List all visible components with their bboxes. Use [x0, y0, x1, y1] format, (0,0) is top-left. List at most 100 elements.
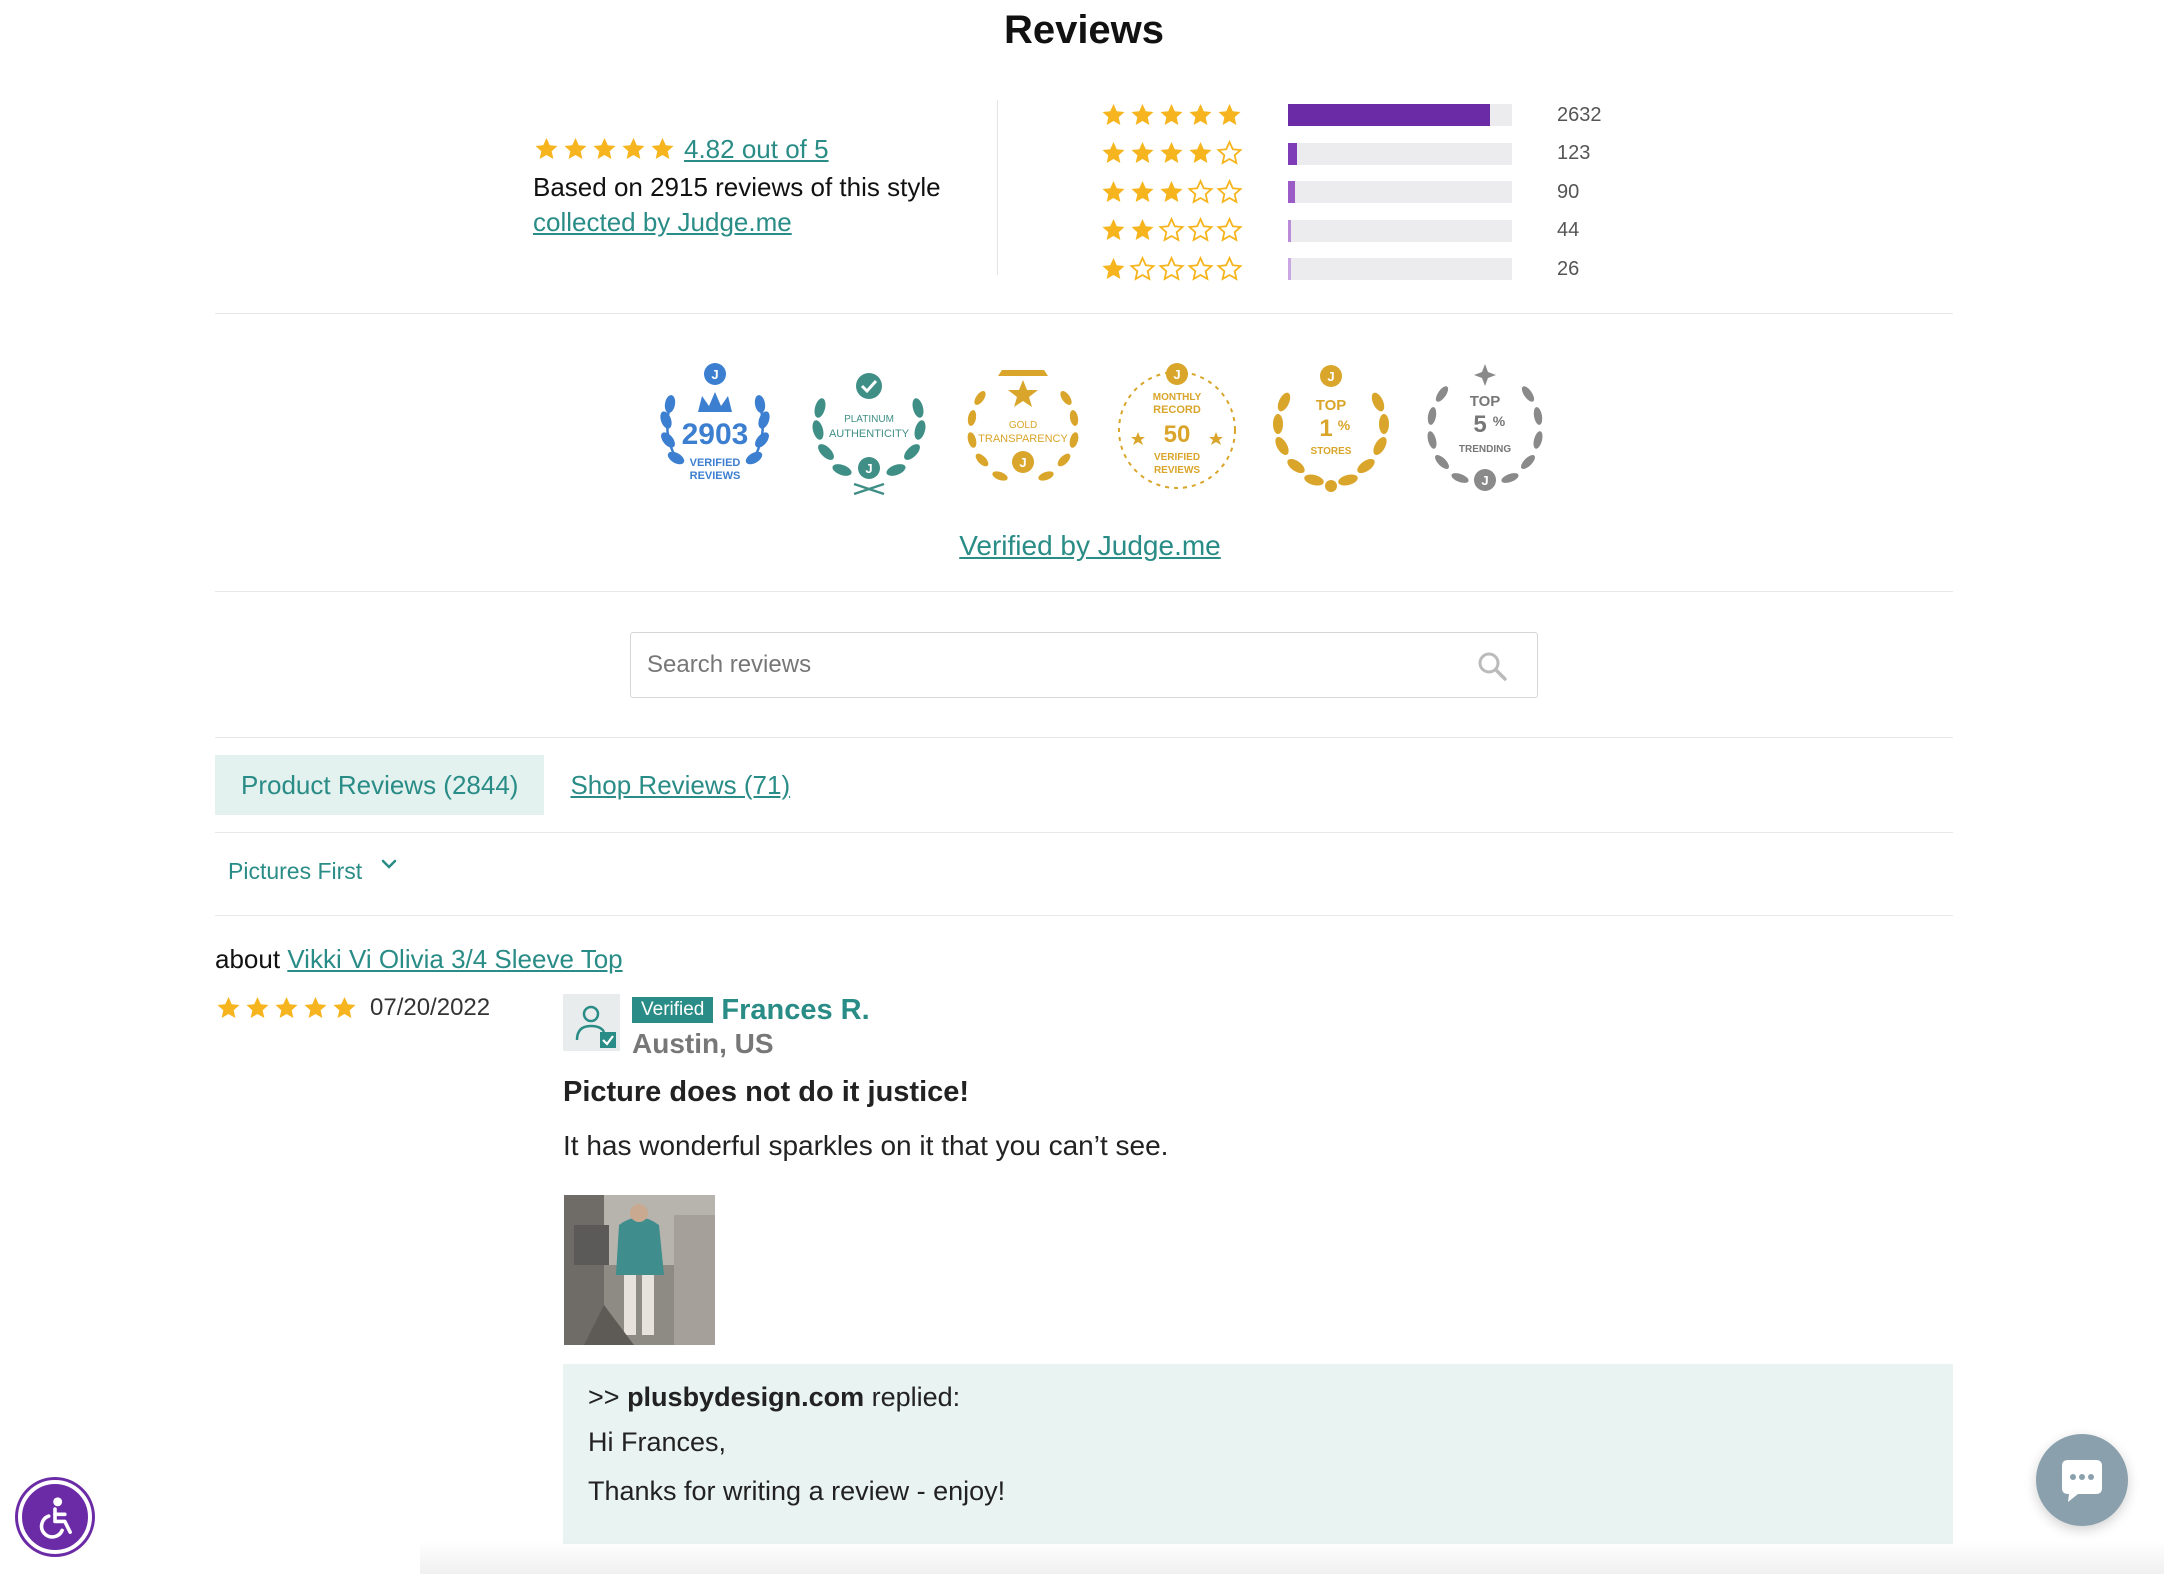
verified-badge: Verified	[632, 997, 714, 1023]
star-filled-icon	[1100, 256, 1127, 283]
chevron-down-icon	[378, 853, 400, 875]
star-empty-icon	[1216, 178, 1243, 206]
svg-text:J: J	[1173, 367, 1180, 382]
histogram-count: 90	[1557, 180, 1580, 203]
star-filled-icon	[1158, 102, 1185, 129]
svg-text:%: %	[1338, 417, 1351, 433]
divider	[215, 737, 1953, 738]
verified-by-link[interactable]: Verified by Judge.me	[959, 530, 1221, 561]
tab-product-reviews[interactable]: Product Reviews (2844)	[215, 755, 545, 815]
svg-text:GOLD: GOLD	[1009, 420, 1037, 431]
star-filled-icon	[244, 995, 271, 1022]
star-empty-icon	[1216, 140, 1243, 167]
collected-by-link[interactable]: collected by Judge.me	[533, 207, 973, 238]
svg-text:REVIEWS: REVIEWS	[690, 470, 741, 482]
star-filled-icon	[1158, 179, 1185, 206]
reviewer-name-row: Verified Frances R.	[632, 994, 870, 1026]
histogram-row-2[interactable]: 44	[1100, 212, 1660, 251]
top-stores-badge-icon[interactable]: J TOP 1 % STORES	[1266, 362, 1396, 496]
histogram-stars	[1100, 102, 1243, 129]
star-filled-icon	[302, 995, 329, 1022]
review-stars	[215, 995, 358, 1022]
svg-text:1: 1	[1319, 415, 1332, 442]
star-empty-icon	[1187, 255, 1214, 283]
accessibility-button[interactable]	[18, 1480, 92, 1554]
reply-prefix: >>	[588, 1382, 620, 1412]
star-filled-icon	[1100, 217, 1127, 244]
review-date: 07/20/2022	[370, 994, 491, 1021]
histogram-count: 2632	[1557, 103, 1602, 126]
based-on-text: Based on 2915 reviews of this style	[533, 172, 941, 202]
histogram-row-5[interactable]: 2632	[1100, 96, 1660, 135]
average-stars	[533, 136, 676, 163]
trust-badges: J 2903 VERIFIED REVIEWS J PLATINUM AUTHE…	[650, 362, 1550, 496]
star-filled-icon	[1129, 179, 1156, 206]
reply-suffix: replied:	[871, 1382, 961, 1412]
histogram-bar-fill	[1288, 181, 1295, 204]
histogram-count: 26	[1557, 257, 1580, 280]
svg-text:TOP: TOP	[1470, 393, 1501, 410]
histogram-bar	[1288, 104, 1512, 127]
avatar	[563, 994, 620, 1051]
star-filled-icon	[1216, 102, 1243, 129]
review-photo[interactable]	[564, 1195, 715, 1345]
search-box	[630, 632, 1538, 698]
platinum-authenticity-badge-icon[interactable]: J PLATINUM AUTHENTICITY	[804, 362, 934, 496]
histogram-row-4[interactable]: 123	[1100, 135, 1660, 174]
gold-transparency-badge-icon[interactable]: J GOLD TRANSPARENCY	[958, 362, 1088, 496]
histogram-count: 123	[1557, 142, 1591, 165]
average-row: 4.82 out of 5	[533, 128, 973, 170]
chat-button[interactable]	[2036, 1434, 2128, 1526]
histogram-bar	[1288, 258, 1512, 281]
average-rating-link[interactable]: 4.82 out of 5	[684, 134, 829, 165]
star-filled-icon	[331, 995, 358, 1022]
svg-text:TRANSPARENCY: TRANSPARENCY	[978, 433, 1068, 445]
reply-header: >> plusbydesign.com replied:	[588, 1382, 1928, 1413]
svg-text:VERIFIED: VERIFIED	[1154, 452, 1200, 463]
sort-dropdown[interactable]: Pictures First	[228, 858, 400, 885]
search-input[interactable]	[631, 633, 1451, 697]
star-filled-icon	[591, 136, 618, 163]
star-empty-icon	[1158, 217, 1185, 244]
star-filled-icon	[1100, 140, 1127, 167]
svg-text:MONTHLY: MONTHLY	[1153, 392, 1202, 403]
bottom-shadow	[420, 1540, 2164, 1574]
rating-histogram: 2632 123 90 44 26	[1100, 96, 1660, 289]
histogram-count: 44	[1557, 219, 1580, 242]
top-trending-badge-icon[interactable]: J TOP 5 % TRENDING	[1420, 362, 1550, 496]
star-filled-icon	[620, 136, 647, 163]
search-icon[interactable]	[1477, 651, 1507, 681]
reviewer-name: Frances R.	[721, 993, 870, 1026]
star-filled-icon	[1129, 140, 1156, 167]
badge-number: 2903	[682, 418, 749, 451]
histogram-row-3[interactable]: 90	[1100, 173, 1660, 212]
review-title: Picture does not do it justice!	[563, 1076, 970, 1108]
star-empty-icon	[1158, 255, 1185, 283]
histogram-bar-fill	[1288, 258, 1291, 281]
histogram-row-1[interactable]: 26	[1100, 250, 1660, 289]
svg-text:%: %	[1493, 413, 1506, 429]
svg-text:50: 50	[1164, 421, 1191, 448]
verified-reviews-badge-icon[interactable]: J 2903 VERIFIED REVIEWS	[650, 362, 780, 496]
reply-shop-name: plusbydesign.com	[627, 1382, 865, 1412]
star-filled-icon	[273, 995, 300, 1022]
svg-text:VERIFIED: VERIFIED	[690, 457, 741, 469]
svg-text:TOP: TOP	[1316, 397, 1347, 414]
reply-greeting: Hi Frances,	[588, 1427, 727, 1457]
histogram-bar	[1288, 142, 1512, 165]
product-link[interactable]: Vikki Vi Olivia 3/4 Sleeve Top	[287, 944, 622, 974]
review-meta: 07/20/2022	[215, 994, 490, 1022]
star-filled-icon	[1129, 102, 1156, 129]
histogram-stars	[1100, 178, 1243, 206]
histogram-bar-fill	[1288, 219, 1292, 242]
reviews-widget: Reviews 4.82 out of 5 Based on 2915 revi…	[215, 0, 1953, 1574]
star-filled-icon	[1187, 140, 1214, 167]
about-prefix: about	[215, 944, 281, 974]
svg-text:J: J	[711, 367, 718, 382]
monthly-record-badge-icon[interactable]: J MONTHLY RECORD 50 VERIFIED REVIEWS	[1112, 362, 1242, 496]
histogram-bar	[1288, 219, 1512, 242]
star-filled-icon	[649, 136, 676, 163]
svg-text:TRENDING: TRENDING	[1459, 444, 1511, 455]
tab-shop-reviews[interactable]: Shop Reviews (71)	[570, 770, 790, 801]
histogram-bar-fill	[1288, 142, 1297, 165]
